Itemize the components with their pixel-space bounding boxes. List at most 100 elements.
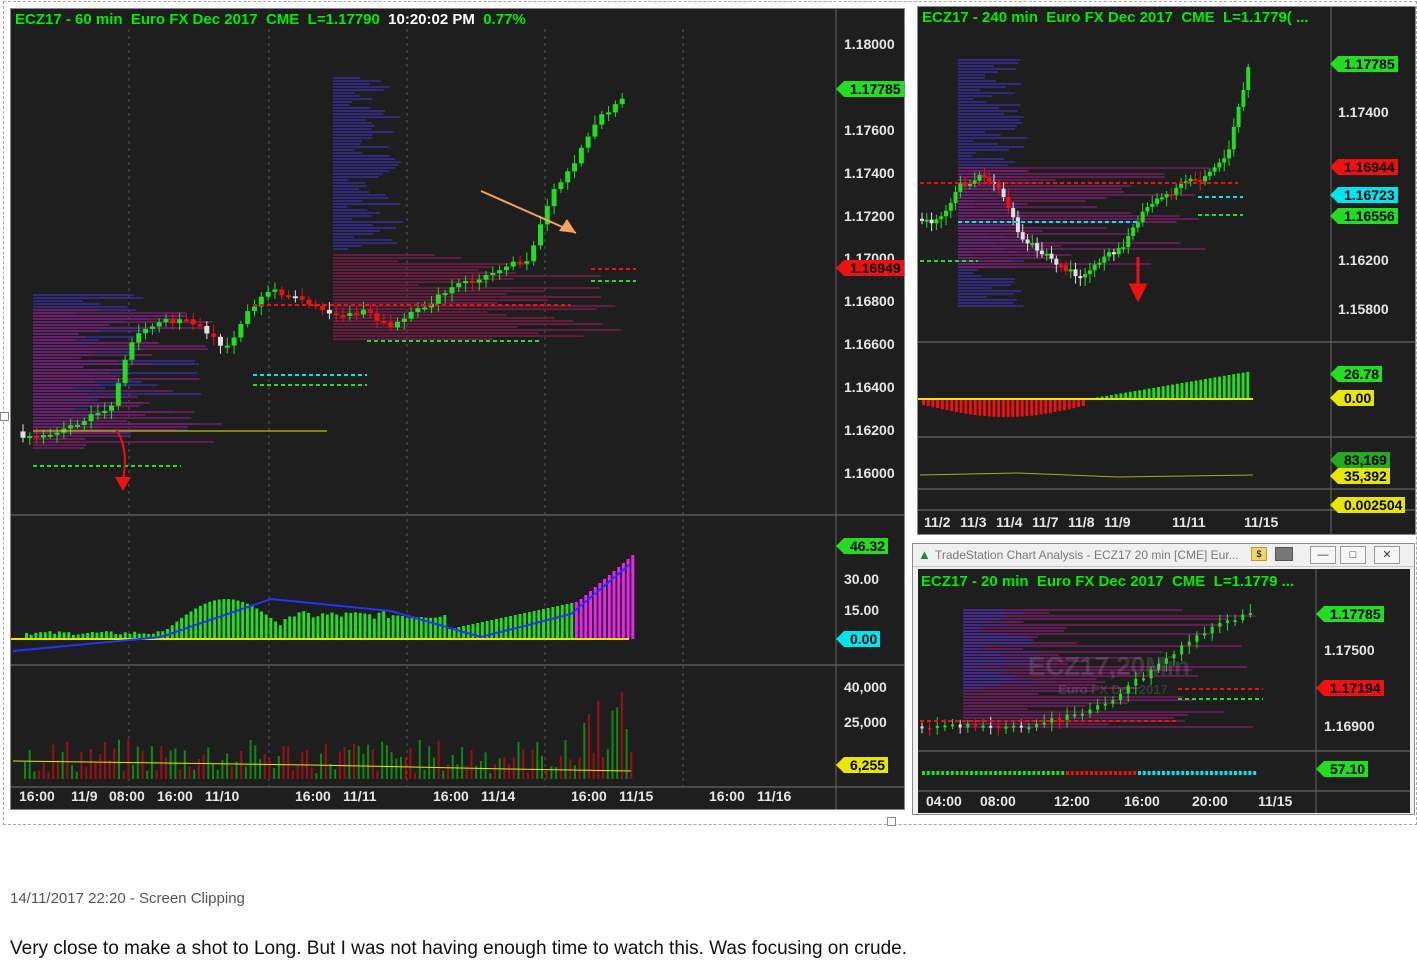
- oscillator-bar: [1229, 771, 1233, 775]
- oscillator-bar: [617, 567, 621, 639]
- resize-handle-bottom[interactable]: [887, 817, 896, 826]
- volume-profile-bar: [963, 687, 984, 689]
- volume-profile-bar: [958, 200, 1086, 202]
- volume-profile-bar: [963, 678, 1012, 680]
- price-candle: [958, 183, 963, 192]
- maximize-button[interactable]: □: [1340, 546, 1366, 564]
- resize-handle-left[interactable]: [0, 412, 9, 421]
- price-candle: [129, 342, 135, 360]
- price-candle: [1004, 726, 1008, 729]
- volume-profile-bar: [333, 221, 403, 223]
- oscillator-bar: [1099, 771, 1103, 775]
- oscillator-bar: [1246, 371, 1250, 400]
- oscillator-bar: [926, 399, 930, 407]
- volume-profile-bar: [33, 300, 83, 302]
- oscillator-bar: [1189, 381, 1193, 400]
- chart-20min-window[interactable]: ▲ TradeStation Chart Analysis - ECZ17 20…: [912, 543, 1415, 815]
- price-candle: [394, 321, 400, 328]
- volume-profile-bar: [958, 140, 973, 142]
- indicator-zero-tag: 0.00: [835, 631, 881, 647]
- time-axis-label: 11/9: [71, 788, 98, 804]
- time-axis-label: 16:00: [571, 788, 607, 804]
- chart-240min-panel[interactable]: ECZ17 - 240 min Euro FX Dec 2017 CME L=1…: [917, 6, 1416, 535]
- chart-60min-plot[interactable]: [11, 9, 904, 809]
- price-candle: [95, 413, 101, 416]
- volume-profile-bar: [958, 80, 996, 82]
- volume-profile-bar: [333, 122, 372, 124]
- volume-profile-bar: [333, 248, 349, 250]
- oscillator-bar: [1114, 771, 1117, 775]
- volume-profile-bar: [333, 320, 574, 322]
- annotation-arrow: [480, 190, 577, 234]
- oscillator-bar: [490, 620, 494, 639]
- oscillator-bar: [396, 615, 400, 639]
- volume-profile-bar: [33, 357, 82, 359]
- oscillator-bar: [979, 771, 983, 775]
- volume-profile-bar: [333, 95, 360, 97]
- oscillator-bar: [429, 617, 433, 639]
- volume-profile-bar: [958, 212, 1132, 214]
- volume-profile-bar: [33, 378, 200, 380]
- volume-profile-bar: [333, 146, 389, 148]
- window-titlebar[interactable]: ▲ TradeStation Chart Analysis - ECZ17 20…: [913, 544, 1414, 567]
- minimize-button[interactable]: —: [1310, 546, 1336, 564]
- close-button[interactable]: ✕: [1374, 546, 1400, 564]
- oscillator-bar: [941, 771, 945, 775]
- volume-profile-bar: [963, 708, 1028, 710]
- oscillator-bar: [1243, 771, 1247, 775]
- volume-profile-bar: [963, 705, 1086, 707]
- price-candle: [422, 307, 428, 310]
- oscillator-bar: [1003, 771, 1007, 775]
- oscillator-bar: [1056, 771, 1060, 775]
- price-candle: [252, 306, 258, 312]
- volume-profile-bar: [33, 432, 116, 434]
- price-candle: [170, 318, 176, 324]
- volume-profile-bar: [333, 239, 392, 241]
- price-candle: [551, 189, 557, 207]
- price-candle: [68, 425, 74, 429]
- price-axis-label: 1.18000: [844, 36, 895, 52]
- oscillator-bar: [1133, 771, 1137, 775]
- chart-60min-panel[interactable]: ECZ17 - 60 min Euro FX Dec 2017 CME L=1.…: [10, 8, 905, 810]
- volume-profile-bar: [958, 95, 992, 97]
- price-candle: [558, 182, 564, 190]
- oscillator-bar: [264, 614, 268, 639]
- time-axis-label: 11/15: [1258, 793, 1293, 809]
- chart-20min-body[interactable]: ECZ17 - 20 min Euro FX Dec 2017 CME L=1.…: [918, 569, 1410, 813]
- volume-profile-bar: [33, 441, 214, 443]
- price-level-tag: 1.16556: [1330, 208, 1398, 224]
- price-candle: [572, 163, 578, 172]
- volume-profile-bar: [958, 206, 1098, 208]
- price-candle: [934, 219, 939, 224]
- volume-profile-bar: [958, 272, 973, 274]
- price-axis-label: 1.17400: [1338, 104, 1389, 120]
- volume-profile-bar: [963, 645, 985, 647]
- volume-profile-bar: [333, 161, 402, 163]
- volume-profile-bar: [33, 339, 77, 341]
- oscillator-bar: [1190, 771, 1194, 775]
- price-level-tag: 1.16723: [1330, 187, 1398, 203]
- price-candle: [40, 435, 46, 438]
- volume-profile-bar: [333, 164, 399, 166]
- oscillator-bar: [969, 399, 972, 415]
- time-axis-label: 11/8: [1068, 514, 1095, 530]
- symbol-label: ECZ17 - 60 min: [15, 11, 123, 28]
- price-candle: [1188, 178, 1193, 182]
- oscillator-bar: [926, 771, 930, 775]
- oscillator-bar: [1032, 771, 1036, 775]
- price-candle: [982, 175, 987, 178]
- oscillator-bar: [1205, 771, 1209, 775]
- watermark-symbol: ECZ17,20Min: [1028, 651, 1190, 681]
- time-axis-label: 16:00: [1124, 793, 1160, 809]
- price-axis-label: 1.16900: [1324, 718, 1375, 734]
- oscillator-bar: [1194, 380, 1198, 400]
- oscillator-bar: [48, 631, 52, 639]
- chart-20min-title: ECZ17 - 20 min Euro FX Dec 2017 CME L=1.…: [921, 573, 1294, 590]
- price-candle: [360, 309, 366, 315]
- dollar-icon[interactable]: $: [1251, 547, 1267, 561]
- volume-profile-bar: [963, 639, 1035, 641]
- volume-profile-bar: [333, 167, 396, 169]
- price-candle: [1150, 203, 1155, 207]
- oscillator-bar: [551, 607, 555, 639]
- link-icon[interactable]: [1275, 547, 1293, 561]
